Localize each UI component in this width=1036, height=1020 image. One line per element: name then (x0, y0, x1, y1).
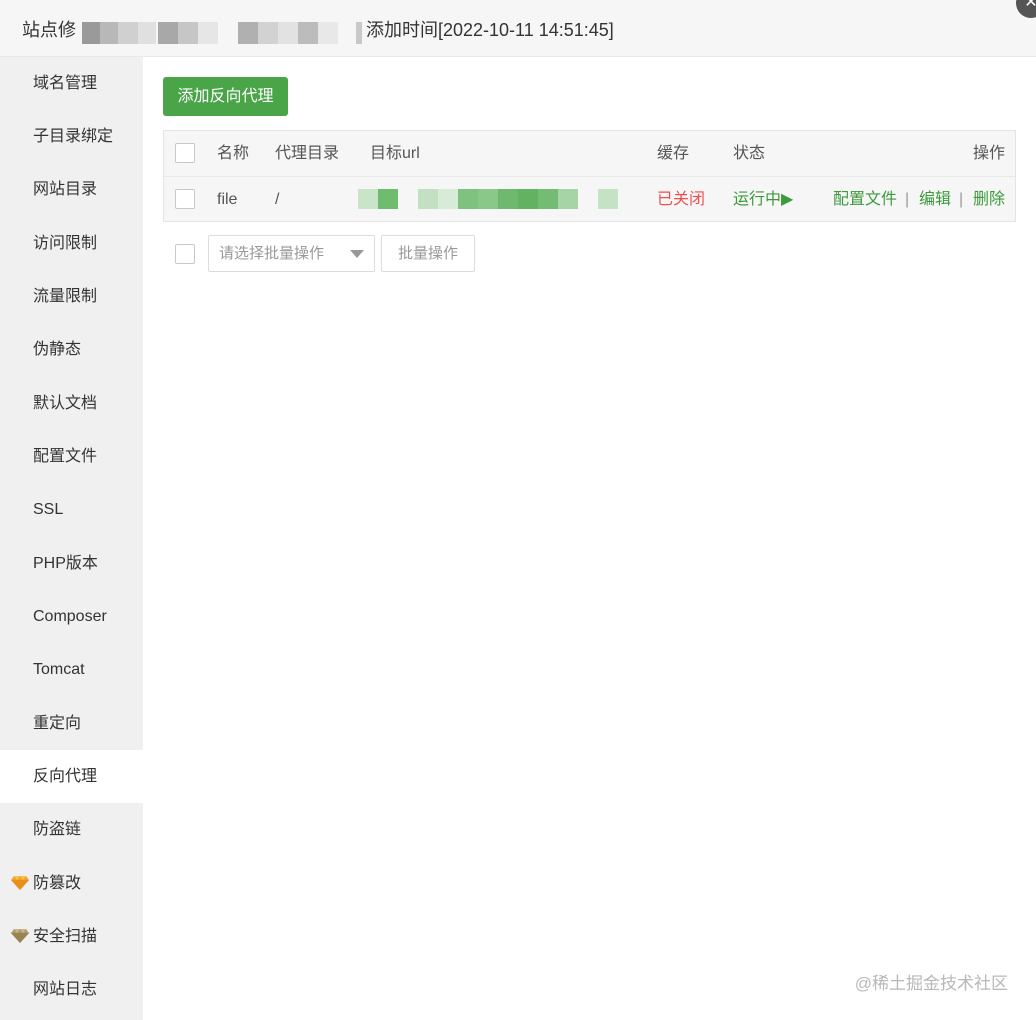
header-target-url: 目标url (370, 145, 420, 162)
dialog-titlebar: 站点修 添加时间[2022-10-11 14:51:45] ✕ (0, 0, 1036, 57)
sidebar-item-label: 配置文件 (33, 448, 98, 465)
sidebar-item-label: 防篡改 (33, 875, 82, 892)
config-file-link[interactable]: 配置文件 (833, 177, 897, 222)
sidebar-item-hotlink-protection[interactable]: 防盗链 (0, 803, 143, 856)
sidebar-item-label: 子目录绑定 (33, 128, 114, 145)
sidebar-item-site-directory[interactable]: 网站目录 (0, 163, 143, 216)
redacted-site-name (82, 22, 362, 46)
header-name: 名称 (217, 145, 250, 162)
sidebar-item-label: 安全扫描 (33, 928, 98, 945)
action-separator: | (905, 191, 910, 208)
sidebar-item-php-version[interactable]: PHP版本 (0, 537, 143, 590)
sidebar-item-label: 默认文档 (33, 395, 98, 412)
sidebar-item-label: 域名管理 (33, 75, 98, 92)
sidebar-item-label: 反向代理 (33, 768, 98, 785)
sidebar-item-label: Composer (33, 608, 107, 625)
sidebar-item-redirect[interactable]: 重定向 (0, 697, 143, 750)
gem-icon (11, 876, 29, 890)
main-panel: 添加反向代理 名称 代理目录 目标url 缓存 状态 操作 file / 已关闭… (143, 57, 1036, 1020)
header-status: 状态 (733, 145, 766, 162)
batch-operations: 请选择批量操作 批量操作 (163, 235, 1016, 272)
sidebar-item-config-file[interactable]: 配置文件 (0, 430, 143, 483)
sidebar-item-subdir-binding[interactable]: 子目录绑定 (0, 110, 143, 163)
batch-select-placeholder: 请选择批量操作 (219, 245, 325, 262)
table-header: 名称 代理目录 目标url 缓存 状态 操作 (164, 131, 1015, 177)
close-icon[interactable]: ✕ (1016, 0, 1036, 18)
batch-operation-button[interactable]: 批量操作 (381, 235, 475, 272)
sidebar-item-label: 流量限制 (33, 288, 98, 305)
batch-operation-select[interactable]: 请选择批量操作 (208, 235, 375, 272)
added-time-label: 添加时间[2022-10-11 14:51:45] (366, 20, 614, 40)
sidebar-item-label: SSL (33, 501, 64, 518)
sidebar-item-composer[interactable]: Composer (0, 590, 143, 643)
row-proxy-dir: / (275, 191, 280, 208)
select-all-checkbox[interactable] (175, 143, 195, 163)
row-run-status-toggle[interactable]: 运行中▶ (733, 177, 793, 222)
sidebar-item-access-limit[interactable]: 访问限制 (0, 217, 143, 270)
sidebar-item-reverse-proxy[interactable]: 反向代理 (0, 750, 143, 803)
sidebar-item-label: 防盗链 (33, 821, 82, 838)
table-row: file / 已关闭 运行中▶ 配置文件 | 编辑 | 删除 (164, 177, 1015, 222)
add-reverse-proxy-button[interactable]: 添加反向代理 (163, 77, 288, 116)
sidebar-item-traffic-limit[interactable]: 流量限制 (0, 270, 143, 323)
chevron-down-icon (350, 250, 364, 258)
gem-icon (11, 929, 29, 943)
sidebar-item-label: Tomcat (33, 661, 85, 678)
sidebar-item-default-doc[interactable]: 默认文档 (0, 377, 143, 430)
sidebar-item-label: 网站日志 (33, 981, 98, 998)
sidebar-item-security-scan[interactable]: 安全扫描 (0, 910, 143, 963)
sidebar-item-label: 网站目录 (33, 181, 98, 198)
sidebar-item-label: 伪静态 (33, 341, 82, 358)
row-checkbox[interactable] (175, 189, 195, 209)
sidebar-item-tomcat[interactable]: Tomcat (0, 643, 143, 696)
delete-link[interactable]: 删除 (973, 177, 1005, 222)
row-cache-status: 已关闭 (657, 191, 706, 208)
batch-select-checkbox[interactable] (175, 244, 195, 264)
edit-link[interactable]: 编辑 (919, 177, 951, 222)
sidebar-item-rewrite[interactable]: 伪静态 (0, 323, 143, 376)
row-name: file (217, 191, 238, 208)
site-settings-dialog: 站点修 添加时间[2022-10-11 14:51:45] ✕ 域名管理 子目录… (0, 0, 1036, 1020)
sidebar-item-ssl[interactable]: SSL (0, 483, 143, 536)
sidebar-item-tamper-proof[interactable]: 防篡改 (0, 857, 143, 910)
action-separator: | (959, 191, 964, 208)
redacted-target-url (358, 177, 628, 222)
sidebar-item-label: 访问限制 (33, 235, 98, 252)
header-proxy-dir: 代理目录 (275, 145, 340, 162)
sidebar-item-label: 重定向 (33, 715, 82, 732)
watermark: @稀土掘金技术社区 (854, 974, 1008, 993)
header-actions: 操作 (973, 145, 1006, 162)
sidebar-item-label: PHP版本 (33, 555, 98, 572)
sidebar: 域名管理 子目录绑定 网站目录 访问限制 流量限制 伪静态 默认文档 配置文件 … (0, 57, 143, 1020)
header-cache: 缓存 (657, 145, 690, 162)
sidebar-item-site-log[interactable]: 网站日志 (0, 963, 143, 1016)
site-title: 站点修 (22, 20, 76, 40)
proxy-table: 名称 代理目录 目标url 缓存 状态 操作 file / 已关闭 运行中▶ 配… (163, 130, 1016, 222)
sidebar-item-domain[interactable]: 域名管理 (0, 57, 143, 110)
